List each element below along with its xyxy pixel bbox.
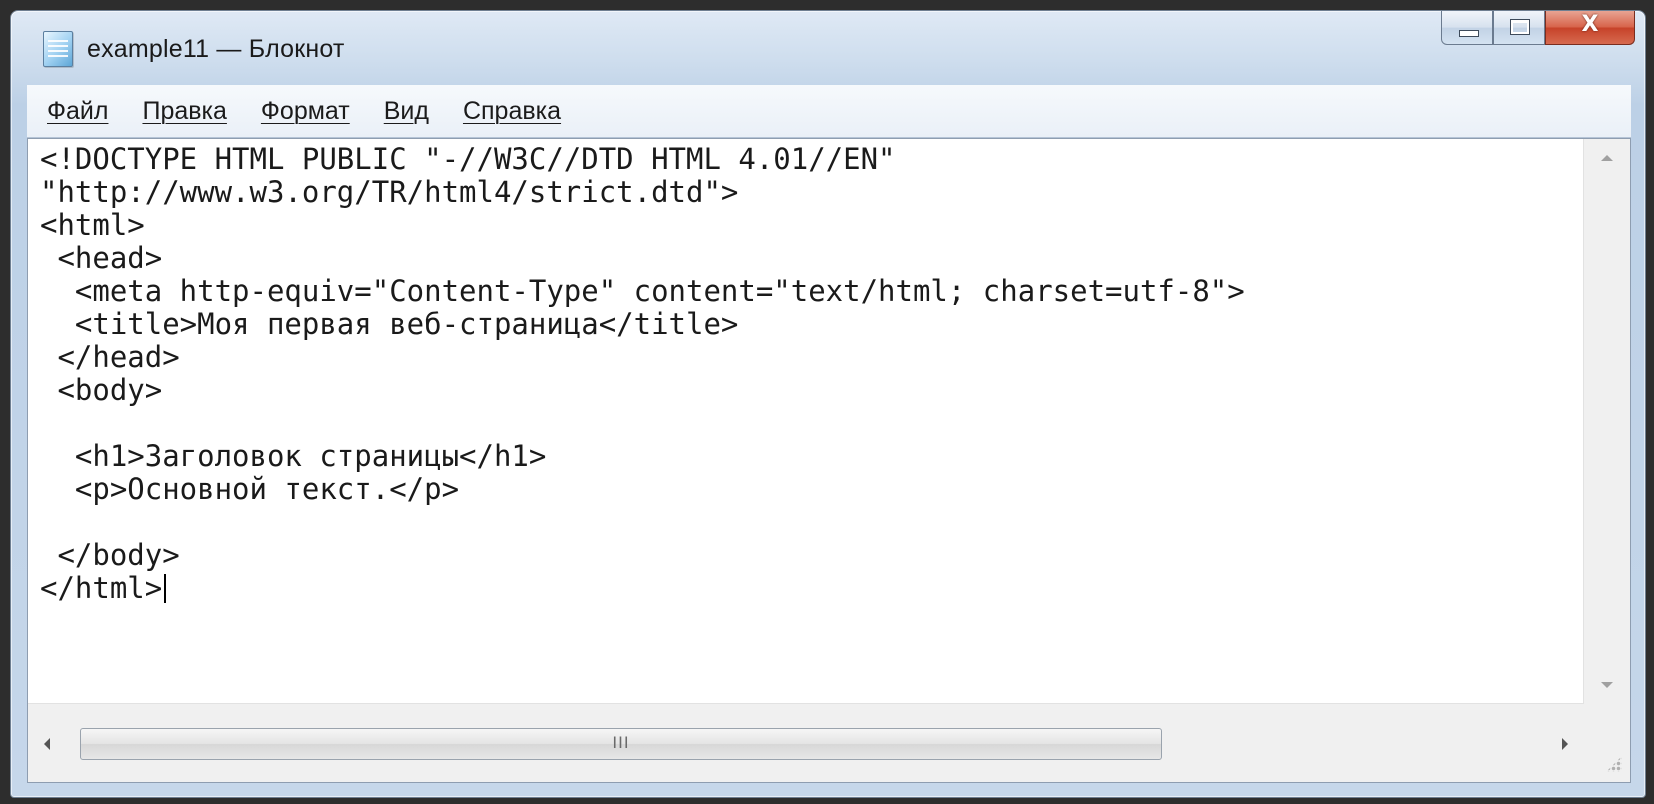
window-title: example11 — Блокнот (87, 35, 345, 63)
code-line: </body> (40, 538, 180, 572)
horizontal-scroll-thumb[interactable]: III (80, 728, 1162, 760)
notepad-icon[interactable] (43, 31, 73, 67)
code-line: <html> (40, 208, 145, 242)
code-line: <meta http-equiv="Content-Type" content=… (40, 274, 1245, 308)
text-editor[interactable]: <!DOCTYPE HTML PUBLIC "-//W3C//DTD HTML … (28, 139, 1502, 704)
minimize-button[interactable] (1441, 11, 1493, 45)
scroll-up-button[interactable] (1584, 139, 1630, 179)
horizontal-scrollbar[interactable]: III (28, 703, 1584, 782)
code-line: </head> (40, 340, 180, 374)
code-line-text: </html> (40, 571, 163, 605)
code-line: <h1>Заголовок страницы</h1> (40, 439, 547, 473)
resize-grip[interactable] (1584, 704, 1630, 782)
scroll-right-button[interactable] (1544, 704, 1584, 782)
editor-frame: <!DOCTYPE HTML PUBLIC "-//W3C//DTD HTML … (27, 138, 1631, 783)
grip-icon: III (612, 733, 630, 752)
code-line: <body> (40, 373, 163, 407)
code-line: <!DOCTYPE HTML PUBLIC "-//W3C//DTD HTML … (40, 142, 896, 176)
menu-bar: Файл Правка Формат Вид Справка (27, 85, 1631, 138)
arrow-up-icon (1601, 155, 1613, 161)
menu-view[interactable]: Вид (384, 97, 429, 126)
code-line: "http://www.w3.org/TR/html4/strict.dtd"> (40, 175, 739, 209)
maximize-button[interactable] (1493, 11, 1545, 45)
title-bar[interactable]: example11 — Блокнот X (11, 11, 1645, 85)
code-line: <title>Моя первая веб-страница</title> (40, 307, 739, 341)
menu-help[interactable]: Справка (463, 97, 561, 126)
menu-file[interactable]: Файл (47, 97, 108, 126)
minimize-icon (1459, 30, 1479, 37)
code-line: <p>Основной текст.</p> (40, 472, 460, 506)
vertical-scrollbar[interactable] (1583, 139, 1630, 704)
maximize-icon (1510, 19, 1530, 35)
close-button[interactable]: X (1545, 11, 1635, 45)
arrow-down-icon (1601, 682, 1613, 688)
arrow-left-icon (44, 738, 50, 750)
scroll-left-button[interactable] (28, 704, 68, 782)
close-icon: X (1581, 12, 1599, 37)
scroll-down-button[interactable] (1584, 664, 1630, 704)
menu-format[interactable]: Формат (261, 97, 350, 126)
code-line: <head> (40, 241, 163, 275)
caption-buttons: X (1441, 11, 1635, 45)
menu-edit[interactable]: Правка (142, 97, 226, 126)
arrow-right-icon (1562, 738, 1568, 750)
code-line-last: </html> (40, 571, 167, 605)
text-caret (164, 574, 167, 603)
notepad-window: example11 — Блокнот X Файл Правка Формат… (10, 10, 1646, 798)
